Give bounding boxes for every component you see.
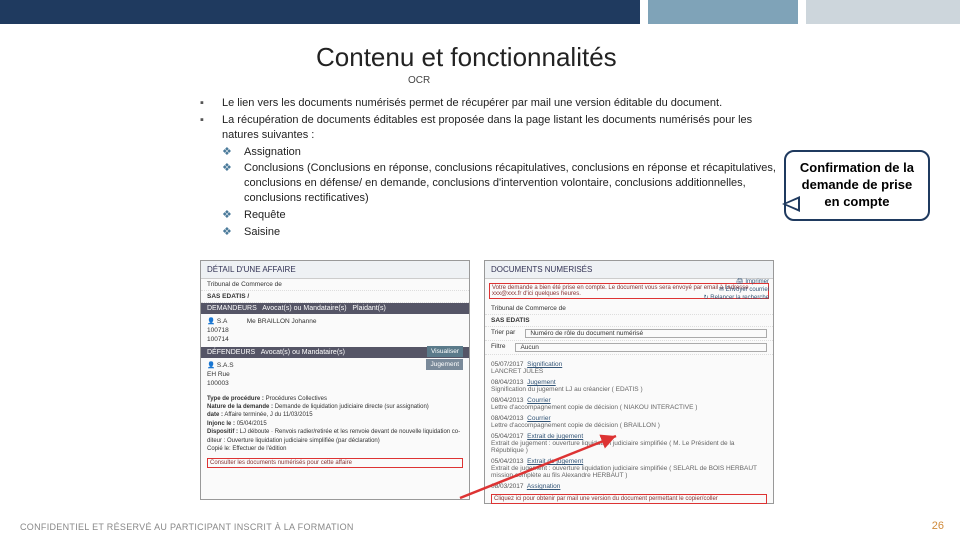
doc-row[interactable]: 08/04/2013 CourrierLettre d'accompagneme… [485, 395, 773, 413]
value: Demande de liquidation judiciaire direct… [275, 404, 429, 410]
cell: 100718 [207, 327, 229, 334]
col-header: Plaidant(s) [352, 305, 385, 312]
callout-line: demande de prise [800, 177, 914, 194]
refresh-link[interactable]: ↻ Relancer la recherche [704, 295, 769, 303]
label: Filtre [491, 343, 505, 352]
sub-bullet-requete: Requête [244, 208, 286, 223]
label: Injonc le : [207, 421, 235, 427]
section-header: DÉFENDEURS [207, 349, 255, 356]
callout-tail-icon [782, 196, 800, 212]
callout-line: en compte [800, 194, 914, 211]
label: Trier par [491, 329, 515, 338]
page-title: Contenu et fonctionnalités [316, 42, 960, 73]
label: Dispositif : [207, 429, 238, 435]
cell: Me BRAILLON Johanne [247, 317, 317, 344]
sub-bullet-assignation: Assignation [244, 145, 301, 160]
callout-line: Confirmation de la [800, 160, 914, 177]
email-link[interactable]: ✉ Envoyer courriel [704, 287, 769, 295]
page-subtitle: OCR [408, 75, 960, 86]
doc-row[interactable]: 05/07/2017 SignificationLANCRET JULES [485, 359, 773, 377]
label: Type de procédure : [207, 396, 264, 402]
visualiser-button[interactable]: Visualiser [427, 346, 463, 357]
sort-select[interactable]: Numéro de rôle du document numérisé [525, 329, 767, 338]
highlighted-link[interactable]: Consulter les documents numérisés pour c… [207, 458, 463, 468]
doc-row[interactable]: 08/03/2017 Assignation [485, 481, 773, 492]
panel-header: DOCUMENTS NUMERISÉS [485, 261, 773, 279]
col-header: Avocat(s) ou Mandataire(s) [261, 349, 345, 356]
filter-select[interactable]: Aucun [515, 343, 767, 352]
screenshot-detail-affaire: DÉTAIL D'UNE AFFAIRE Tribunal de Commerc… [200, 260, 470, 500]
cell: 100714 [207, 336, 229, 343]
panel-header: DÉTAIL D'UNE AFFAIRE [201, 261, 469, 279]
print-link[interactable]: 🖨 Imprimer [704, 279, 769, 287]
bullet-1: Le lien vers les documents numérisés per… [222, 96, 722, 111]
sub-bullet-saisine: Saisine [244, 225, 280, 240]
doc-row[interactable]: 05/04/2017 Extrait de jugementExtrait de… [485, 431, 773, 456]
doc-row[interactable]: 08/04/2013 JugementSignification du juge… [485, 377, 773, 395]
footer-text: CONFIDENTIEL ET RÉSERVÉ AU PARTICIPANT I… [20, 522, 354, 532]
value: 05/04/2015 [237, 421, 267, 427]
col-header: Avocat(s) ou Mandataire(s) [262, 305, 346, 312]
sub-bullet-conclusions: Conclusions (Conclusions en réponse, con… [244, 161, 780, 206]
doc-row[interactable]: 05/04/2013 Extrait de jugementExtrait de… [485, 456, 773, 481]
cell: 100003 [207, 380, 229, 387]
label: Nature de la demande : [207, 404, 273, 410]
page-number: 26 [932, 520, 944, 532]
label: Tribunal de Commerce de [491, 305, 566, 312]
body-text: ▪Le lien vers les documents numérisés pe… [200, 96, 780, 240]
top-accent-bar [0, 0, 960, 24]
callout-confirmation: Confirmation de la demande de prise en c… [784, 150, 930, 221]
bullet-2: La récupération de documents éditables e… [222, 113, 780, 143]
label: date : [207, 412, 223, 418]
party-name: SAS EDATIS [491, 317, 530, 324]
cell: S.A [217, 318, 227, 325]
cell: S.A.S [217, 362, 234, 369]
label: Tribunal de Commerce de [207, 281, 282, 288]
jugement-button[interactable]: Jugement [426, 359, 463, 370]
value: Affaire terminée, J du 11/03/2015 [224, 412, 312, 418]
value: LJ déboute · Renvois radier/retirée et l… [207, 429, 460, 443]
doc-list: 05/07/2017 SignificationLANCRET JULES08/… [485, 359, 773, 492]
highlighted-ocr-link[interactable]: Cliquez ici pour obtenir par mail une ve… [491, 494, 767, 504]
value: Copié le: Effectuer de l'édition [207, 446, 286, 452]
section-header: DEMANDEURS [207, 305, 257, 312]
doc-row[interactable]: 08/04/2013 CourrierLettre d'accompagneme… [485, 413, 773, 431]
cell: EH Rue [207, 371, 230, 378]
value: Procédures Collectives [266, 396, 327, 402]
party-name: SAS EDATIS / [207, 293, 249, 300]
screenshot-documents-numerises: DOCUMENTS NUMERISÉS Votre demande a bien… [484, 260, 774, 504]
